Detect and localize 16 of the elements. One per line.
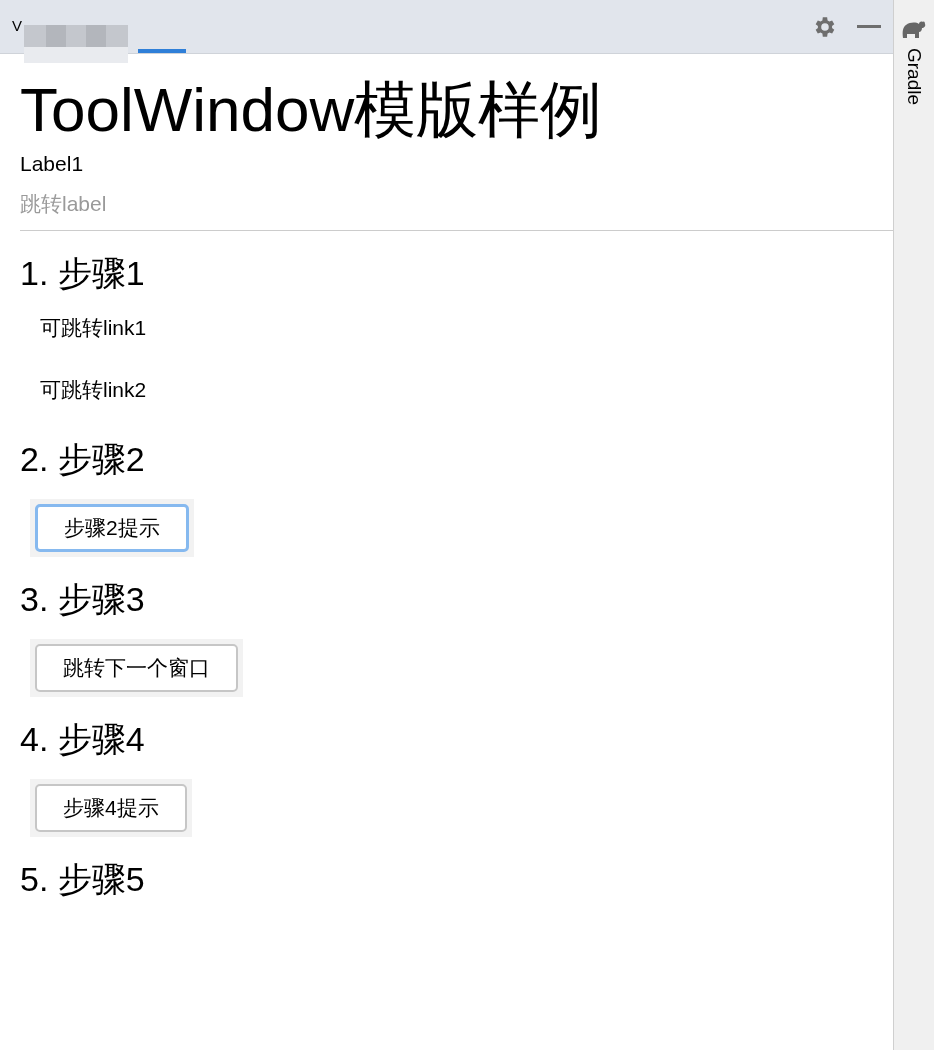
step-button[interactable]: 跳转下一个窗口	[35, 644, 238, 692]
link[interactable]: 可跳转link1	[40, 309, 147, 347]
step-heading: 4. 步骤4	[20, 719, 145, 759]
step-heading: 1. 步骤1	[20, 253, 145, 293]
step-heading: 5. 步骤5	[20, 859, 145, 899]
step-heading: 3. 步骤3	[20, 579, 145, 619]
tab[interactable]: V	[12, 15, 22, 38]
label: Label1	[20, 151, 85, 177]
step-button[interactable]: 步骤2提示	[35, 504, 189, 552]
step-button[interactable]: 步骤4提示	[35, 784, 187, 832]
tab-underline	[138, 49, 186, 53]
step-heading: 2. 步骤2	[20, 439, 145, 479]
link[interactable]: 可跳转link2	[40, 371, 147, 409]
side-panel-tab[interactable]: Gradle	[899, 48, 929, 106]
elephant-icon	[901, 20, 927, 40]
panel-title: ToolWindow模版样例	[20, 74, 604, 146]
